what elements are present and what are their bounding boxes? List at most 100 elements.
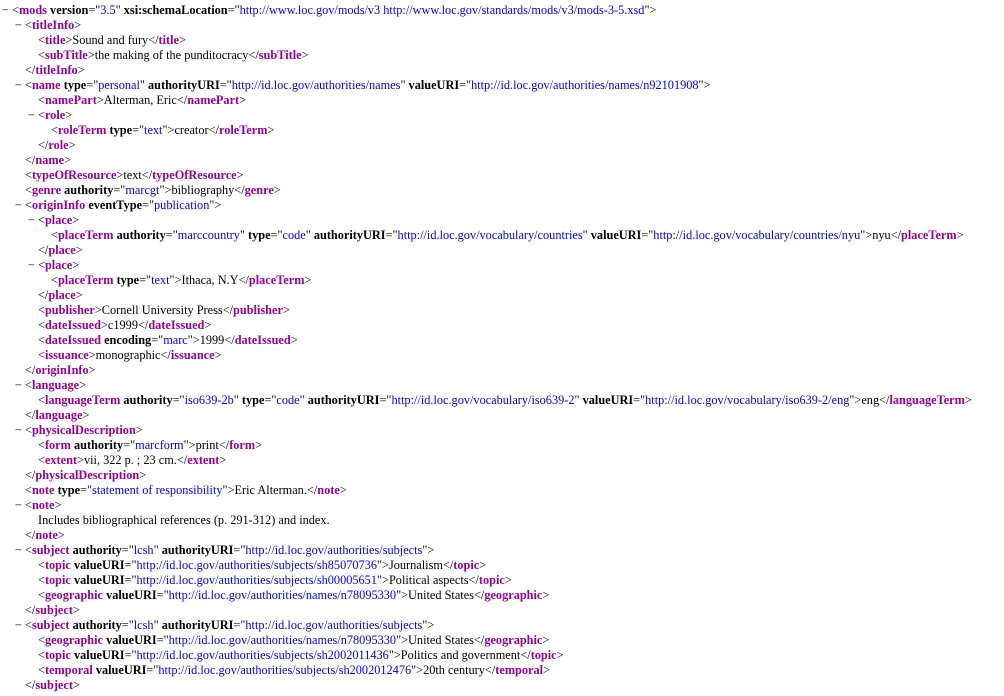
element-text: 1999 (199, 333, 225, 347)
bracket: > (79, 378, 87, 392)
element-text: nyu (872, 228, 891, 242)
equals: =" (121, 618, 134, 632)
closing-tag-name: placeTerm (248, 273, 305, 287)
tag-name: place (44, 213, 73, 227)
bracket: </ (141, 168, 153, 182)
closing-tag-name: typeOfResource (152, 168, 237, 182)
collapse-toggle-icon[interactable]: − (15, 498, 22, 513)
bracket: > (100, 318, 108, 332)
bracket: </ (468, 573, 479, 587)
collapse-toggle-icon[interactable]: − (15, 378, 22, 393)
equals: =" (88, 3, 101, 17)
collapse-toggle-icon[interactable]: − (15, 18, 22, 33)
bracket: > (542, 633, 550, 647)
bracket: > (192, 333, 200, 347)
attribute-name: valueURI (95, 663, 147, 677)
closing-tag-name: genre (244, 183, 274, 197)
collapse-toggle-icon[interactable]: − (28, 108, 35, 123)
xml-line: </name> (0, 153, 1004, 168)
tag-name: role (44, 108, 66, 122)
bracket: < (25, 483, 32, 497)
collapse-toggle-icon[interactable]: − (15, 198, 22, 213)
xml-line: <topic valueURI="http://id.loc.gov/autho… (0, 558, 1004, 573)
collapse-toggle-icon[interactable]: − (2, 3, 9, 18)
attribute-value: iso639-2b (184, 393, 234, 407)
collapse-toggle-icon[interactable]: − (15, 543, 22, 558)
bracket: </ (38, 243, 49, 257)
closing-tag-name: dateIssued (148, 318, 205, 332)
attribute-name: valueURI (106, 588, 157, 602)
bracket: > (214, 198, 222, 212)
tag-name: subject (31, 618, 70, 632)
bracket: < (38, 573, 45, 587)
element-text: United States (408, 588, 474, 602)
bracket: > (227, 483, 235, 497)
collapse-toggle-icon[interactable]: − (15, 618, 22, 633)
bracket: > (301, 48, 309, 62)
closing-tag-name: topic (530, 648, 557, 662)
xml-line: <typeOfResource>text</typeOfResource> (0, 168, 1004, 183)
bracket: < (38, 48, 45, 62)
bracket: </ (473, 588, 485, 602)
attribute-value: publication (154, 198, 210, 212)
bracket: > (427, 618, 435, 632)
attribute-value: http://id.loc.gov/vocabulary/countries/n… (653, 228, 861, 242)
bracket: < (38, 333, 45, 347)
equals: =" (142, 198, 155, 212)
bracket: > (393, 648, 401, 662)
bracket: </ (176, 93, 188, 107)
tag-name: geographic (44, 633, 103, 647)
bracket: > (135, 423, 143, 437)
element-text: United States (408, 633, 474, 647)
attribute-name: eventType (88, 198, 143, 212)
bracket: > (94, 303, 102, 317)
attribute-value: http://id.loc.gov/authorities/subjects/s… (158, 663, 412, 677)
bracket: > (88, 348, 96, 362)
xml-line: <roleTerm type="text">creator</roleTerm> (0, 123, 1004, 138)
xml-line: − <subject authority="lcsh" authorityURI=… (0, 543, 1004, 558)
attribute-value: http://id.loc.gov/vocabulary/countries (397, 228, 583, 242)
equals: =" (641, 228, 654, 242)
bracket: > (72, 678, 80, 692)
xml-line: − <place> (0, 213, 1004, 228)
xml-line: − <role> (0, 108, 1004, 123)
collapse-toggle-icon[interactable]: − (28, 258, 35, 273)
collapse-toggle-icon[interactable]: − (15, 423, 22, 438)
element-text: print (195, 438, 219, 452)
tag-name: topic (44, 573, 71, 587)
equals: =" (633, 393, 646, 407)
attribute-name: authority (64, 183, 114, 197)
bracket: > (401, 633, 409, 647)
xml-line: <placeTerm authority="marccountry" type=… (0, 228, 1004, 243)
collapse-toggle-icon[interactable]: − (15, 78, 22, 93)
attribute-name: valueURI (582, 393, 634, 407)
xml-line: − <language> (0, 378, 1004, 393)
attribute-name: valueURI (106, 633, 157, 647)
bracket: < (38, 213, 45, 227)
collapse-toggle-icon[interactable]: − (28, 213, 35, 228)
attribute-name: valueURI (73, 648, 125, 662)
closing-tag-name: place (48, 243, 76, 257)
attribute-name: authority (72, 618, 122, 632)
bracket: </ (25, 408, 36, 422)
xml-line: <topic valueURI="http://id.loc.gov/autho… (0, 573, 1004, 588)
tag-name: note (31, 483, 55, 497)
attribute-name: authorityURI (161, 618, 234, 632)
attribute-name: type (241, 393, 265, 407)
attribute-value: code (276, 393, 300, 407)
closing-tag-name: physicalDescription (35, 468, 140, 482)
closing-tag-name: originInfo (35, 363, 89, 377)
equals: =" (113, 183, 126, 197)
attribute-name: authorityURI (148, 78, 220, 92)
bracket: < (38, 348, 45, 362)
bracket: > (54, 498, 62, 512)
bracket: < (38, 108, 45, 122)
bracket: </ (306, 483, 318, 497)
bracket: < (38, 258, 45, 272)
element-text: the making of the punditocracy (94, 48, 249, 62)
bracket: > (77, 63, 85, 77)
tag-name: note (31, 498, 55, 512)
equals: =" (165, 228, 178, 242)
bracket: > (174, 273, 182, 287)
equals: =" (264, 393, 277, 407)
